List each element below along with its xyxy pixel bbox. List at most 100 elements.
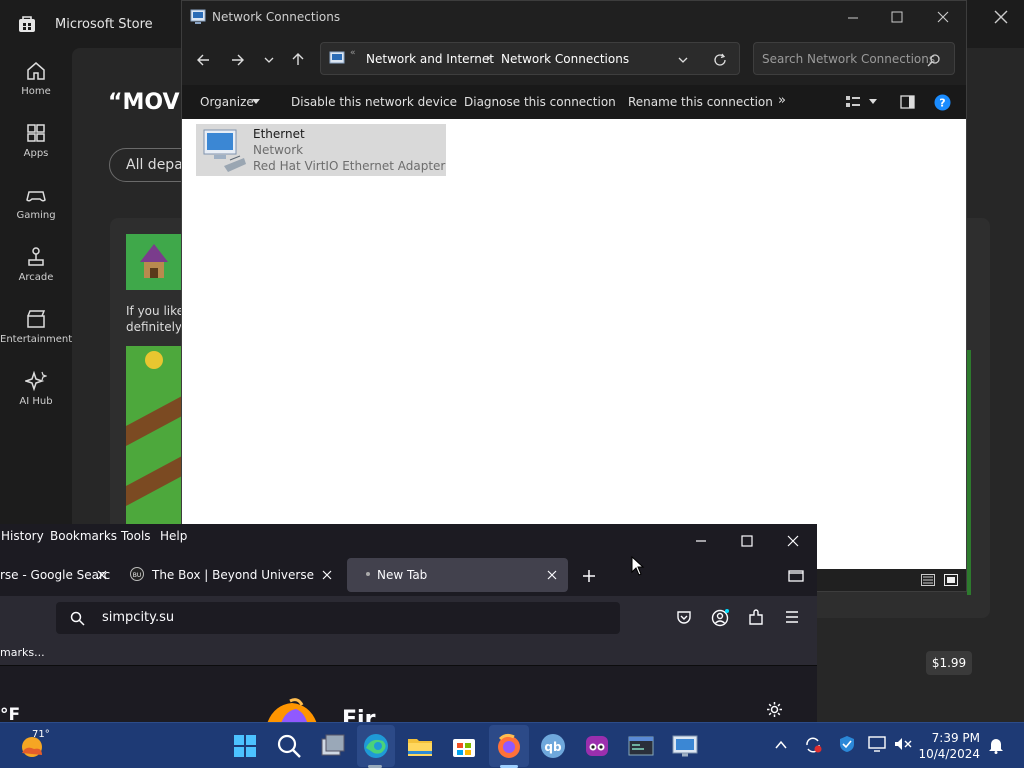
- more-commands-icon[interactable]: »: [778, 93, 786, 108]
- incognito-app-icon[interactable]: [582, 731, 612, 761]
- edge-browser-icon[interactable]: [361, 731, 391, 761]
- store-app-title: Microsoft Store: [55, 17, 153, 32]
- maximize-icon[interactable]: [740, 534, 754, 548]
- tab-new-tab[interactable]: New Tab: [347, 558, 568, 592]
- wiki-favicon-icon: BU: [130, 567, 144, 581]
- close-icon[interactable]: [936, 10, 950, 24]
- store-nav-arcade[interactable]: Arcade: [0, 246, 72, 283]
- svg-text:qb: qb: [544, 740, 562, 754]
- network-connections-icon: [190, 9, 206, 24]
- pocket-icon[interactable]: [676, 610, 692, 625]
- close-icon[interactable]: [786, 534, 800, 548]
- new-tab-plus-icon[interactable]: [582, 569, 596, 583]
- svg-text:BU: BU: [133, 572, 142, 579]
- control-panel-icon: [329, 51, 345, 64]
- ethernet-connection-item[interactable]: Ethernet Network Red Hat VirtIO Ethernet…: [196, 124, 446, 176]
- refresh-icon[interactable]: [713, 53, 727, 67]
- preview-pane-icon[interactable]: [900, 95, 915, 109]
- details-view-icon[interactable]: [921, 574, 935, 586]
- account-icon[interactable]: [711, 609, 729, 627]
- network-status-icon[interactable]: [868, 736, 886, 752]
- connection-adapter: Red Hat VirtIO Ethernet Adapter: [253, 159, 446, 173]
- search-network-connections-input[interactable]: Search Network Connections: [753, 42, 955, 75]
- sync-icon[interactable]: [804, 736, 822, 754]
- disable-network-device-button[interactable]: Disable this network device: [291, 95, 457, 109]
- menu-tools[interactable]: Tools: [121, 529, 151, 543]
- command-window-icon[interactable]: [626, 731, 656, 761]
- search-icon[interactable]: [274, 731, 304, 761]
- address-bar[interactable]: « Network and Internet › Network Connect…: [320, 42, 740, 75]
- back-arrow-icon[interactable]: [195, 52, 211, 68]
- store-nav-label: AI Hub: [19, 396, 53, 407]
- start-windows-icon[interactable]: [230, 731, 260, 761]
- price-badge[interactable]: $1.99: [926, 651, 972, 675]
- search-icon[interactable]: [927, 53, 941, 67]
- breadcrumb-overflow-icon[interactable]: «: [350, 48, 356, 58]
- sparkle-icon: [25, 370, 47, 392]
- list-all-tabs-icon[interactable]: [788, 569, 804, 582]
- gear-icon[interactable]: [766, 701, 783, 718]
- qbittorrent-icon[interactable]: qb: [538, 731, 568, 761]
- firefox-nav-bar: simpcity.su: [0, 596, 817, 640]
- file-explorer-icon[interactable]: [405, 731, 435, 761]
- url-text: simpcity.su: [102, 610, 175, 625]
- diagnose-connection-button[interactable]: Diagnose this connection: [464, 95, 616, 109]
- defender-shield-icon[interactable]: [838, 735, 856, 753]
- menu-bookmarks[interactable]: Bookmarks: [50, 529, 117, 543]
- store-nav-home[interactable]: Home: [0, 60, 72, 97]
- other-bookmarks-link[interactable]: marks...: [0, 646, 45, 659]
- up-arrow-icon[interactable]: [290, 51, 306, 67]
- menu-history[interactable]: History: [1, 529, 44, 543]
- store-nav-apps[interactable]: Apps: [0, 122, 72, 159]
- tab-close-icon[interactable]: [322, 570, 332, 580]
- rename-connection-button[interactable]: Rename this connection: [628, 95, 773, 109]
- game-thumbnail-image[interactable]: [126, 234, 182, 290]
- weather-widget[interactable]: 71°: [18, 729, 68, 763]
- hamburger-menu-icon[interactable]: [785, 611, 799, 623]
- explorer-window-title: Network Connections: [212, 10, 341, 24]
- address-dropdown-chevron-icon[interactable]: [677, 54, 689, 66]
- url-bar[interactable]: simpcity.su: [56, 602, 620, 634]
- weather-temp-partial: °F: [0, 705, 21, 722]
- tab-the-box-wiki[interactable]: BU The Box | Beyond Universe Wiki: [130, 558, 318, 592]
- network-connections-taskbar-icon[interactable]: [670, 731, 700, 761]
- breadcrumb-separator-icon[interactable]: ›: [486, 51, 491, 65]
- organize-dropdown-icon[interactable]: [252, 99, 260, 105]
- tab-close-icon[interactable]: [547, 570, 557, 580]
- tab-google-search[interactable]: rse - Google Searc: [0, 558, 112, 592]
- breadcrumb-network-connections[interactable]: Network Connections: [501, 52, 629, 66]
- volume-muted-icon[interactable]: [894, 736, 912, 752]
- menu-help[interactable]: Help: [160, 529, 187, 543]
- close-icon[interactable]: [992, 8, 1010, 26]
- task-view-icon[interactable]: [318, 731, 348, 761]
- store-nav-gaming[interactable]: Gaming: [0, 184, 72, 221]
- store-nav-ai-hub[interactable]: AI Hub: [0, 370, 72, 407]
- tab-label: The Box | Beyond Universe Wiki: [152, 568, 318, 582]
- tab-close-icon[interactable]: [97, 570, 107, 580]
- change-view-icon[interactable]: [846, 96, 860, 108]
- clock[interactable]: 7:39 PM 10/4/2024: [918, 730, 980, 762]
- organize-menu-button[interactable]: Organize: [200, 95, 254, 109]
- help-icon[interactable]: ?: [934, 94, 951, 111]
- microsoft-store-icon[interactable]: [449, 731, 479, 761]
- minimize-icon[interactable]: [694, 534, 708, 548]
- window-edge-accent: [967, 350, 971, 595]
- game-screenshot-image: [126, 346, 182, 524]
- store-nav-entertainment[interactable]: Entertainment: [0, 308, 72, 345]
- connection-status: Network: [253, 143, 304, 157]
- extensions-icon[interactable]: [748, 609, 764, 626]
- show-hidden-icons-chevron[interactable]: [774, 738, 788, 752]
- view-dropdown-icon[interactable]: [869, 99, 877, 105]
- minimize-icon[interactable]: [846, 11, 860, 25]
- explorer-title-bar[interactable]: Network Connections: [182, 1, 966, 35]
- forward-arrow-icon[interactable]: [230, 52, 246, 68]
- maximize-icon[interactable]: [890, 10, 904, 24]
- firefox-tab-bar: rse - Google Searc BU The Box | Beyond U…: [0, 554, 817, 594]
- search-icon: [70, 611, 85, 626]
- clock-time: 7:39 PM: [931, 731, 980, 745]
- large-icons-view-icon[interactable]: [944, 574, 958, 586]
- firefox-icon[interactable]: [494, 731, 524, 761]
- breadcrumb-network-and-internet[interactable]: Network and Internet: [366, 52, 494, 66]
- notification-bell-icon[interactable]: [988, 736, 1004, 754]
- recent-locations-chevron-icon[interactable]: [263, 54, 275, 66]
